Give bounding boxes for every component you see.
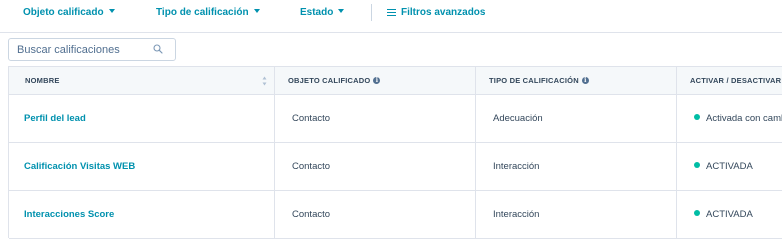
tipo-calificacion-filter-label: Tipo de calificación xyxy=(156,7,249,18)
scores-table: NOMBRE OBJETO CALIFICADO i TIPO DE CALIFI… xyxy=(8,66,782,239)
chevron-down-icon xyxy=(253,9,260,14)
estado-filter-label: Estado xyxy=(300,7,334,18)
estado-cell: Activada con cambios xyxy=(677,95,782,142)
status-label: Activada con cambios xyxy=(706,113,782,124)
nombre-cell: Perfil del lead xyxy=(9,95,275,142)
column-header-objeto-label: OBJETO CALIFICADO xyxy=(288,76,371,85)
sort-icon[interactable] xyxy=(262,76,267,86)
search-box xyxy=(8,38,176,61)
column-header-activar[interactable]: ACTIVAR / DESACTIVAR xyxy=(677,67,782,95)
filter-lines-icon xyxy=(387,8,396,17)
objeto-calificado-filter[interactable]: Objeto calificado xyxy=(23,7,115,18)
score-name-link[interactable]: Calificación Visitas WEB xyxy=(24,161,135,172)
column-header-objeto[interactable]: OBJETO CALIFICADO i xyxy=(275,67,476,95)
table-row: Perfil del lead Contacto Adecuación Acti… xyxy=(9,95,782,143)
tipo-cell: Adecuación xyxy=(476,95,677,142)
nombre-cell: Interacciones Score xyxy=(9,191,275,238)
table-row: Calificación Visitas WEB Contacto Intera… xyxy=(9,143,782,191)
objeto-cell: Contacto xyxy=(275,143,476,190)
status-label: ACTIVADA xyxy=(706,209,753,220)
filter-divider xyxy=(371,4,372,21)
info-icon[interactable]: i xyxy=(373,76,381,84)
objeto-cell: Contacto xyxy=(275,95,476,142)
search-input[interactable] xyxy=(9,39,149,60)
nombre-cell: Calificación Visitas WEB xyxy=(9,143,275,190)
column-header-activar-label: ACTIVAR / DESACTIVAR xyxy=(690,76,782,85)
column-header-nombre-label: NOMBRE xyxy=(25,76,60,85)
table-row: Interacciones Score Contacto Interacción… xyxy=(9,191,782,239)
tipo-cell: Interacción xyxy=(476,143,677,190)
score-name-link[interactable]: Perfil del lead xyxy=(24,113,86,124)
filter-bar: Objeto calificado Tipo de calificación E… xyxy=(0,0,782,28)
objeto-calificado-filter-label: Objeto calificado xyxy=(23,7,104,18)
toolbar-divider xyxy=(0,32,782,33)
status-dot-icon xyxy=(694,162,700,169)
info-icon[interactable]: i xyxy=(581,76,589,84)
score-name-link[interactable]: Interacciones Score xyxy=(24,209,114,220)
status-label: ACTIVADA xyxy=(706,161,753,172)
column-header-nombre[interactable]: NOMBRE xyxy=(9,67,275,95)
table-header: NOMBRE OBJETO CALIFICADO i TIPO DE CALIFI… xyxy=(9,67,782,95)
tipo-calificacion-filter[interactable]: Tipo de calificación xyxy=(156,7,260,18)
filtros-avanzados-button[interactable]: Filtros avanzados xyxy=(387,7,485,18)
chevron-down-icon xyxy=(338,9,345,14)
estado-filter[interactable]: Estado xyxy=(300,7,345,18)
search-icon[interactable] xyxy=(153,44,163,54)
status-dot-icon xyxy=(694,210,700,217)
column-header-tipo[interactable]: TIPO DE CALIFICACIÓN i xyxy=(476,67,677,95)
estado-cell: ACTIVADA xyxy=(677,143,782,190)
estado-cell: ACTIVADA xyxy=(677,191,782,238)
filtros-avanzados-label: Filtros avanzados xyxy=(401,7,486,18)
chevron-down-icon xyxy=(108,9,115,14)
status-dot-icon xyxy=(694,114,700,121)
tipo-cell: Interacción xyxy=(476,191,677,238)
column-header-tipo-label: TIPO DE CALIFICACIÓN xyxy=(489,76,579,85)
objeto-cell: Contacto xyxy=(275,191,476,238)
